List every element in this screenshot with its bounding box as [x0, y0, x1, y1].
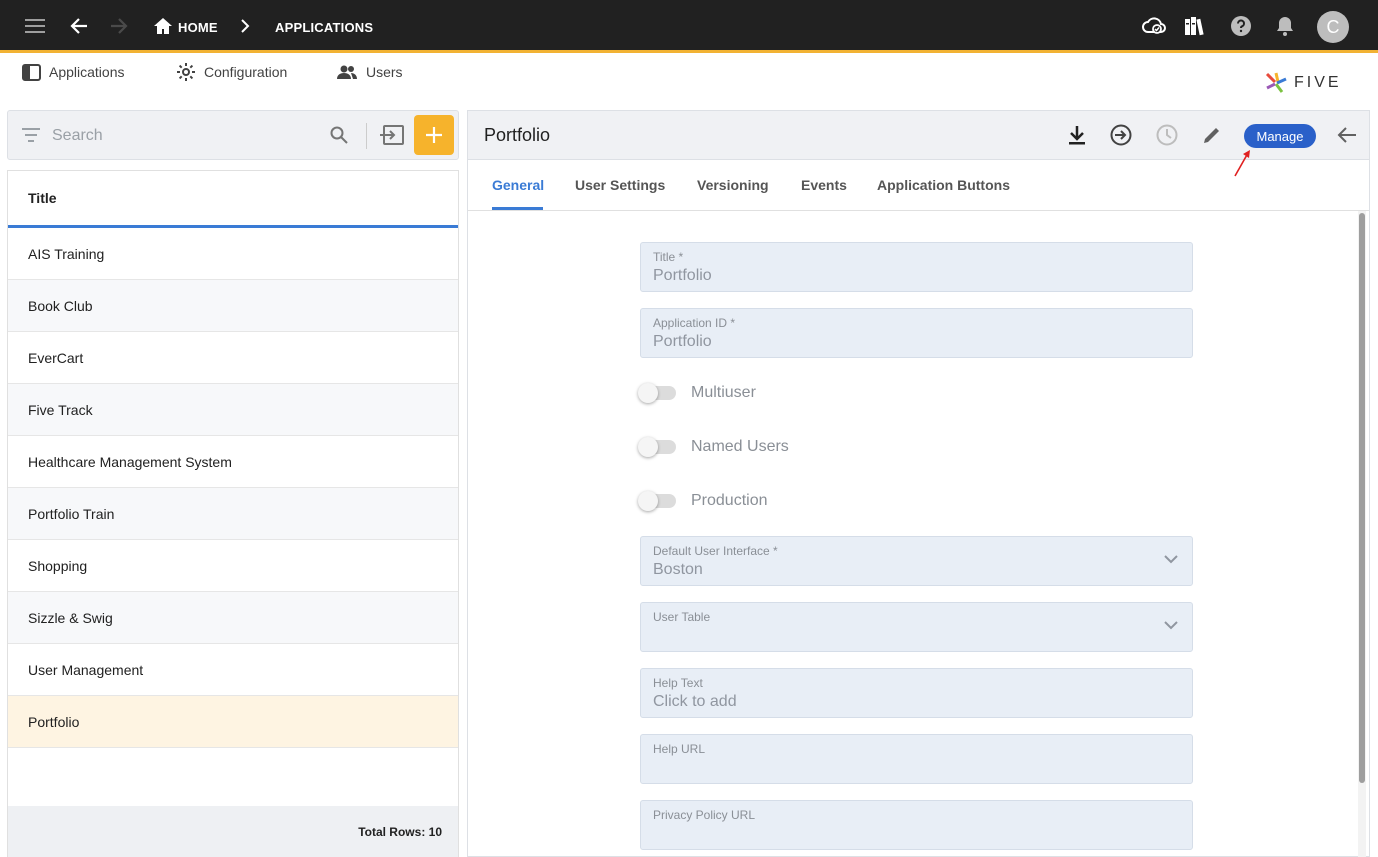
- chevron-right-icon: [233, 14, 257, 38]
- nav-configuration-label: Configuration: [204, 64, 288, 80]
- breadcrumb-home[interactable]: HOME: [178, 20, 218, 35]
- applications-list: Title AIS Training Book Club EverCart Fi…: [7, 170, 459, 857]
- tab-application-buttons[interactable]: Application Buttons: [877, 177, 1010, 193]
- menu-icon[interactable]: [23, 14, 47, 38]
- privacy-policy-url-field[interactable]: Privacy Policy URL: [640, 800, 1193, 850]
- toolbar-divider: [366, 123, 367, 149]
- tab-bar: General User Settings Versioning Events …: [468, 161, 1369, 211]
- search-icon[interactable]: [330, 126, 348, 144]
- application-icon: [22, 63, 41, 81]
- production-label: Production: [691, 492, 768, 509]
- default-ui-value: Boston: [653, 561, 703, 578]
- tab-events[interactable]: Events: [801, 177, 847, 193]
- multiuser-toggle[interactable]: [638, 383, 676, 403]
- page-title: Portfolio: [484, 125, 551, 145]
- nav-users-label: Users: [366, 64, 403, 80]
- bell-icon[interactable]: [1273, 14, 1297, 38]
- privacy-policy-url-label: Privacy Policy URL: [653, 808, 756, 822]
- help-url-field[interactable]: Help URL: [640, 734, 1193, 784]
- application-id-field[interactable]: Application ID * Portfolio: [640, 308, 1193, 358]
- list-item[interactable]: AIS Training: [8, 228, 458, 280]
- multiuser-label: Multiuser: [691, 384, 756, 401]
- nav-configuration[interactable]: Configuration: [176, 60, 287, 84]
- history-icon[interactable]: [1155, 123, 1179, 147]
- search-input[interactable]: Search: [52, 127, 103, 145]
- five-logo-text: FIVE: [1294, 74, 1342, 91]
- back-arrow-icon[interactable]: [67, 14, 91, 38]
- detail-panel: Portfolio Manage General User Settings V…: [467, 110, 1370, 857]
- title-field-value: Portfolio: [653, 267, 712, 284]
- default-ui-select[interactable]: Default User Interface * Boston: [640, 536, 1193, 586]
- scrollbar[interactable]: [1358, 211, 1366, 857]
- top-bar: HOME APPLICATIONS C: [0, 0, 1378, 53]
- list-item[interactable]: User Management: [8, 644, 458, 696]
- chevron-down-icon[interactable]: [1164, 554, 1178, 564]
- list-item[interactable]: Healthcare Management System: [8, 436, 458, 488]
- plus-icon: [426, 127, 442, 143]
- tab-versioning[interactable]: Versioning: [697, 177, 769, 193]
- nav-applications[interactable]: Applications: [22, 60, 125, 84]
- named-users-label: Named Users: [691, 438, 789, 455]
- five-logo-icon: [1265, 72, 1287, 93]
- list-item[interactable]: Book Club: [8, 280, 458, 332]
- filter-icon[interactable]: [22, 128, 40, 142]
- named-users-toggle[interactable]: [638, 437, 676, 457]
- user-table-select[interactable]: User Table: [640, 602, 1193, 652]
- nav-users[interactable]: Users: [336, 60, 403, 84]
- library-icon[interactable]: [1184, 14, 1208, 38]
- edit-pencil-icon[interactable]: [1200, 123, 1224, 147]
- application-id-value: Portfolio: [653, 333, 712, 350]
- users-icon: [337, 65, 357, 79]
- list-item-selected[interactable]: Portfolio: [8, 696, 458, 748]
- list-item[interactable]: Shopping: [8, 540, 458, 592]
- scrollbar-thumb[interactable]: [1359, 213, 1365, 783]
- avatar[interactable]: C: [1317, 11, 1349, 43]
- tab-user-settings[interactable]: User Settings: [575, 177, 665, 193]
- column-header-title[interactable]: Title: [8, 171, 458, 228]
- help-url-label: Help URL: [653, 742, 706, 756]
- home-icon[interactable]: [151, 14, 175, 38]
- help-text-value: Click to add: [653, 693, 737, 710]
- list-item[interactable]: Five Track: [8, 384, 458, 436]
- gear-icon: [177, 63, 195, 81]
- title-field[interactable]: Title * Portfolio: [640, 242, 1193, 292]
- named-users-toggle-row[interactable]: Named Users: [638, 435, 789, 459]
- title-field-label: Title *: [653, 250, 684, 264]
- add-button[interactable]: [414, 115, 454, 155]
- forward-arrow-icon[interactable]: [107, 14, 131, 38]
- active-tab-indicator: [492, 207, 543, 210]
- nav-applications-label: Applications: [49, 64, 125, 80]
- help-icon[interactable]: [1229, 14, 1253, 38]
- production-toggle[interactable]: [638, 491, 676, 511]
- breadcrumb-applications[interactable]: APPLICATIONS: [275, 20, 373, 35]
- default-ui-label: Default User Interface *: [653, 544, 778, 558]
- production-toggle-row[interactable]: Production: [638, 489, 768, 513]
- chevron-down-icon[interactable]: [1164, 620, 1178, 630]
- import-icon[interactable]: [380, 125, 404, 145]
- toggle-knob: [638, 383, 658, 403]
- application-id-label: Application ID *: [653, 316, 736, 330]
- manage-button[interactable]: Manage: [1244, 124, 1316, 148]
- help-text-label: Help Text: [653, 676, 703, 690]
- toggle-knob: [638, 437, 658, 457]
- download-icon[interactable]: [1065, 123, 1089, 147]
- list-item[interactable]: Portfolio Train: [8, 488, 458, 540]
- back-arrow-icon[interactable]: [1335, 123, 1359, 147]
- list-item[interactable]: EverCart: [8, 332, 458, 384]
- user-table-label: User Table: [653, 610, 711, 624]
- total-rows: Total Rows: 10: [8, 806, 458, 857]
- tab-general[interactable]: General: [492, 177, 544, 193]
- cloud-sync-icon[interactable]: [1142, 14, 1166, 38]
- toggle-knob: [638, 491, 658, 511]
- list-item[interactable]: Sizzle & Swig: [8, 592, 458, 644]
- multiuser-toggle-row[interactable]: Multiuser: [638, 381, 756, 405]
- list-toolbar: Search: [7, 110, 459, 160]
- five-logo: FIVE: [1264, 70, 1342, 96]
- export-arrow-icon[interactable]: [1109, 123, 1133, 147]
- help-text-field[interactable]: Help Text Click to add: [640, 668, 1193, 718]
